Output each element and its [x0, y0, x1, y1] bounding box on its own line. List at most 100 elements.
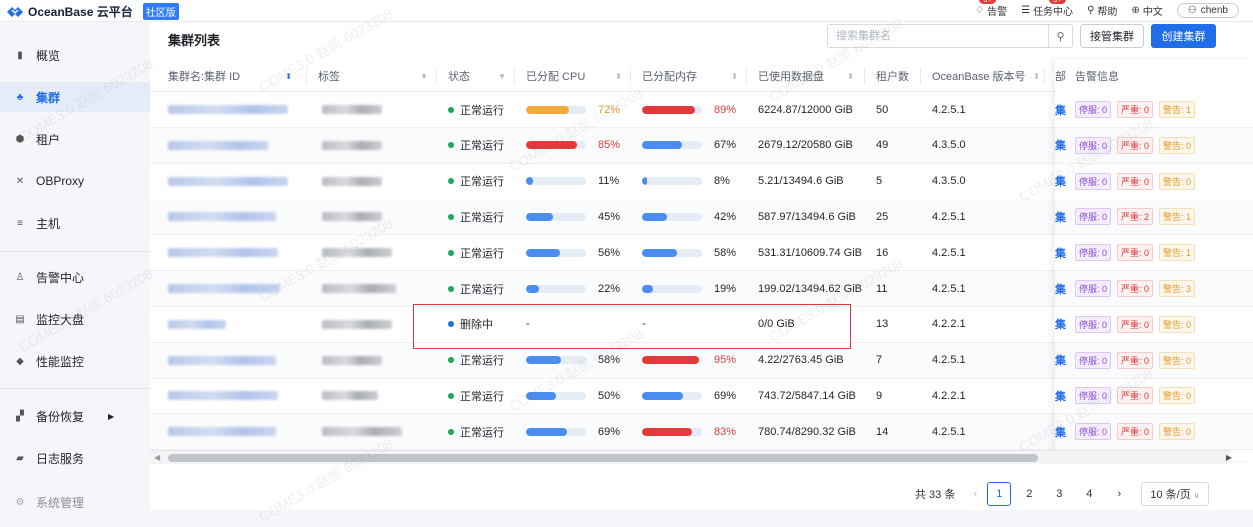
- cluster-search-input[interactable]: [828, 25, 1048, 47]
- page-button-1[interactable]: 1: [987, 482, 1012, 506]
- cluster-name-cell[interactable]: [168, 271, 298, 306]
- cluster-name-cell[interactable]: [168, 92, 298, 127]
- language-menu[interactable]: ⊕ 中文: [1131, 3, 1162, 18]
- table-row[interactable]: 集停服: 0 严重: 0 警告: 3: [1055, 271, 1253, 307]
- page-button-3[interactable]: 3: [1047, 482, 1071, 506]
- page-size-select[interactable]: 10 条/页 ∨: [1141, 482, 1209, 506]
- sidebar-item-system[interactable]: ⚙ 系统管理: [0, 487, 150, 517]
- warning-alert-badge[interactable]: 警告: 0: [1159, 423, 1196, 441]
- warning-alert-badge[interactable]: 警告: 3: [1159, 280, 1196, 297]
- sort-icon[interactable]: ⬍: [1033, 72, 1040, 81]
- help-menu[interactable]: ⚲ 帮助: [1087, 3, 1117, 18]
- deploy-cell[interactable]: 集: [1055, 271, 1067, 306]
- sidebar-item-obproxy[interactable]: ✕ OBProxy: [0, 166, 150, 196]
- sidebar-item-cluster[interactable]: ♣ 集群: [0, 82, 150, 112]
- deploy-cell[interactable]: 集: [1055, 235, 1067, 270]
- sidebar-item-overview[interactable]: ▮ 概览: [0, 40, 150, 70]
- horizontal-scrollbar[interactable]: ◀: [150, 450, 1230, 464]
- warning-alert-badge[interactable]: 警告: 1: [1159, 244, 1196, 262]
- cluster-name-cell[interactable]: [168, 414, 298, 449]
- critical-alert-badge[interactable]: 严重: 0: [1117, 387, 1154, 405]
- sort-icon[interactable]: ⬍: [731, 72, 738, 81]
- col-deploy[interactable]: 部: [1055, 60, 1066, 92]
- col-tenant-count[interactable]: 租户数: [876, 60, 916, 92]
- col-allocated-memory[interactable]: 已分配内存 ⬍: [642, 60, 744, 92]
- critical-alert-badge[interactable]: 严重: 0: [1117, 423, 1154, 441]
- critical-alert-badge[interactable]: 严重: 0: [1117, 101, 1154, 118]
- cluster-name-cell[interactable]: [168, 235, 298, 270]
- outage-alert-badge[interactable]: 停服: 0: [1075, 351, 1112, 369]
- task-center-menu[interactable]: ☰ 9+ 任务中心: [1021, 0, 1073, 18]
- deploy-cell[interactable]: 集: [1055, 343, 1067, 378]
- col-cluster-name[interactable]: 集群名:集群 ID ⬍: [168, 60, 298, 92]
- deploy-cell[interactable]: 集: [1055, 307, 1067, 342]
- sidebar-item-log[interactable]: ▰ 日志服务: [0, 443, 150, 473]
- sort-icon[interactable]: ⬍: [285, 72, 292, 81]
- warning-alert-badge[interactable]: 警告: 0: [1159, 172, 1196, 190]
- col-status[interactable]: 状态 ▼: [448, 60, 512, 92]
- sort-icon[interactable]: ⬍: [615, 72, 622, 81]
- scroll-right-icon[interactable]: ▶: [1222, 450, 1236, 464]
- table-row[interactable]: 集停服: 0 严重: 0 警告: 0: [1055, 307, 1253, 343]
- cluster-name-cell[interactable]: [168, 378, 298, 413]
- warning-alert-badge[interactable]: 警告: 0: [1159, 351, 1196, 369]
- page-button-2[interactable]: 2: [1017, 482, 1041, 506]
- warning-alert-badge[interactable]: 警告: 0: [1159, 315, 1196, 333]
- table-row[interactable]: 集停服: 0 严重: 0 警告: 1: [1055, 235, 1253, 272]
- table-row[interactable]: 集停服: 0 严重: 0 警告: 1: [1055, 92, 1253, 128]
- deploy-cell[interactable]: 集: [1055, 199, 1067, 234]
- warning-alert-badge[interactable]: 警告: 0: [1159, 136, 1196, 154]
- col-tags[interactable]: 标签 ▼: [318, 60, 434, 92]
- create-cluster-button[interactable]: 创建集群: [1151, 24, 1216, 48]
- sidebar-item-alert-center[interactable]: ♙ 告警中心: [0, 262, 150, 292]
- deploy-cell[interactable]: 集: [1055, 128, 1067, 163]
- warning-alert-badge[interactable]: 警告: 0: [1159, 387, 1196, 405]
- outage-alert-badge[interactable]: 停服: 0: [1075, 387, 1112, 405]
- sidebar-item-performance[interactable]: ◆ 性能监控: [0, 346, 150, 376]
- critical-alert-badge[interactable]: 严重: 0: [1117, 244, 1154, 262]
- outage-alert-badge[interactable]: 停服: 0: [1075, 315, 1112, 333]
- outage-alert-badge[interactable]: 停服: 0: [1075, 244, 1112, 262]
- col-used-disk[interactable]: 已使用数据盘 ⬍: [758, 60, 860, 92]
- table-row[interactable]: 集停服: 0 严重: 0 警告: 0: [1055, 127, 1253, 164]
- outage-alert-badge[interactable]: 停服: 0: [1075, 208, 1112, 226]
- alerts-menu[interactable]: ♢9+ 告警: [975, 0, 1007, 18]
- warning-alert-badge[interactable]: 警告: 1: [1159, 208, 1196, 226]
- user-menu[interactable]: ⚇ chenb: [1176, 3, 1239, 18]
- table-row[interactable]: 集停服: 0 严重: 0 警告: 0: [1055, 414, 1253, 451]
- critical-alert-badge[interactable]: 严重: 0: [1117, 136, 1154, 154]
- critical-alert-badge[interactable]: 严重: 0: [1117, 315, 1154, 333]
- col-ob-version[interactable]: OceanBase 版本号 ⬍: [932, 60, 1042, 92]
- table-row[interactable]: 集停服: 0 严重: 0 警告: 0: [1055, 378, 1253, 415]
- outage-alert-badge[interactable]: 停服: 0: [1075, 101, 1112, 118]
- scroll-left-icon[interactable]: ◀: [154, 453, 160, 462]
- next-page-button[interactable]: ›: [1107, 482, 1131, 506]
- app-logo[interactable]: OceanBase 云平台 社区版: [6, 3, 179, 20]
- cluster-name-cell[interactable]: [168, 128, 298, 163]
- sort-icon[interactable]: ⬍: [847, 72, 854, 81]
- page-button-4[interactable]: 4: [1077, 482, 1101, 506]
- outage-alert-badge[interactable]: 停服: 0: [1075, 172, 1112, 190]
- critical-alert-badge[interactable]: 严重: 2: [1117, 208, 1154, 226]
- cluster-name-cell[interactable]: [168, 199, 298, 234]
- table-row[interactable]: 集停服: 0 严重: 0 警告: 0: [1055, 342, 1253, 379]
- deploy-cell[interactable]: 集: [1055, 378, 1067, 413]
- critical-alert-badge[interactable]: 严重: 0: [1117, 351, 1154, 369]
- outage-alert-badge[interactable]: 停服: 0: [1075, 136, 1112, 154]
- outage-alert-badge[interactable]: 停服: 0: [1075, 423, 1112, 441]
- sidebar-item-host[interactable]: ≡ 主机: [0, 208, 150, 238]
- deploy-cell[interactable]: 集: [1055, 164, 1067, 199]
- cluster-name-cell[interactable]: [168, 343, 298, 378]
- cluster-name-cell[interactable]: [168, 307, 298, 342]
- prev-page-button[interactable]: ‹: [963, 482, 987, 506]
- sidebar-item-tenant[interactable]: ⬢ 租户: [0, 124, 150, 154]
- filter-icon[interactable]: ▼: [498, 72, 506, 81]
- takeover-cluster-button[interactable]: 接管集群: [1080, 24, 1144, 48]
- scroll-thumb[interactable]: [168, 454, 1038, 462]
- deploy-cell[interactable]: 集: [1055, 414, 1067, 449]
- cluster-name-cell[interactable]: [168, 164, 298, 199]
- filter-icon[interactable]: ▼: [420, 72, 428, 81]
- sidebar-item-backup[interactable]: ▞ 备份恢复 ▶: [0, 401, 150, 431]
- table-row[interactable]: 集停服: 0 严重: 0 警告: 0: [1055, 164, 1253, 200]
- search-icon[interactable]: ⚲: [1048, 25, 1072, 47]
